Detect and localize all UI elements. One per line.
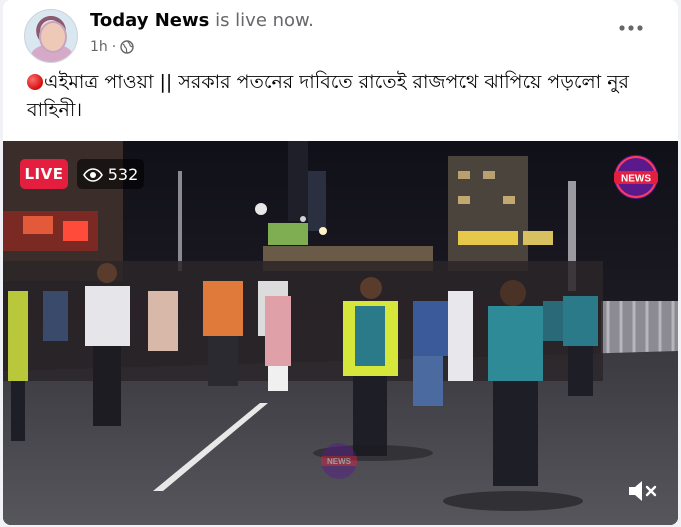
globe-icon[interactable]	[120, 40, 134, 54]
live-status-text: is live now.	[209, 10, 314, 31]
more-options-button[interactable]	[618, 18, 644, 38]
svg-text:NEWS: NEWS	[621, 174, 651, 185]
mute-button[interactable]	[625, 476, 659, 506]
page-title-line: Today News is live now.	[90, 10, 314, 31]
avatar-face	[39, 21, 67, 53]
more-horizontal-icon	[619, 25, 643, 31]
svg-text:NEWS: NEWS	[327, 457, 352, 466]
live-video-player[interactable]: LIVE 532 NEWS NEWS	[3, 141, 678, 525]
live-badge: LIVE	[20, 159, 68, 189]
page-name-link[interactable]: Today News	[90, 10, 209, 31]
post-header: Today News is live now. 1h ·	[3, 0, 678, 64]
speaker-muted-icon	[629, 481, 657, 501]
news-logo: NEWS	[612, 153, 660, 201]
viewer-count-badge: 532	[77, 159, 144, 189]
meta-separator: ·	[111, 39, 117, 55]
news-watermark: NEWS	[319, 441, 359, 481]
red-circle-icon	[27, 74, 43, 90]
post-time[interactable]: 1h	[90, 39, 108, 55]
live-post-card: Today News is live now. 1h · এইমাত্র পাও…	[3, 0, 678, 525]
caption-text: এইমাত্র পাওয়া || সরকার পতনের দাবিতে রাত…	[27, 71, 630, 121]
viewer-count: 532	[107, 164, 139, 184]
post-caption: এইমাত্র পাওয়া || সরকার পতনের দাবিতে রাত…	[27, 68, 657, 124]
page-avatar[interactable]	[24, 9, 78, 63]
post-meta: 1h ·	[90, 39, 134, 55]
eye-icon	[82, 167, 103, 182]
